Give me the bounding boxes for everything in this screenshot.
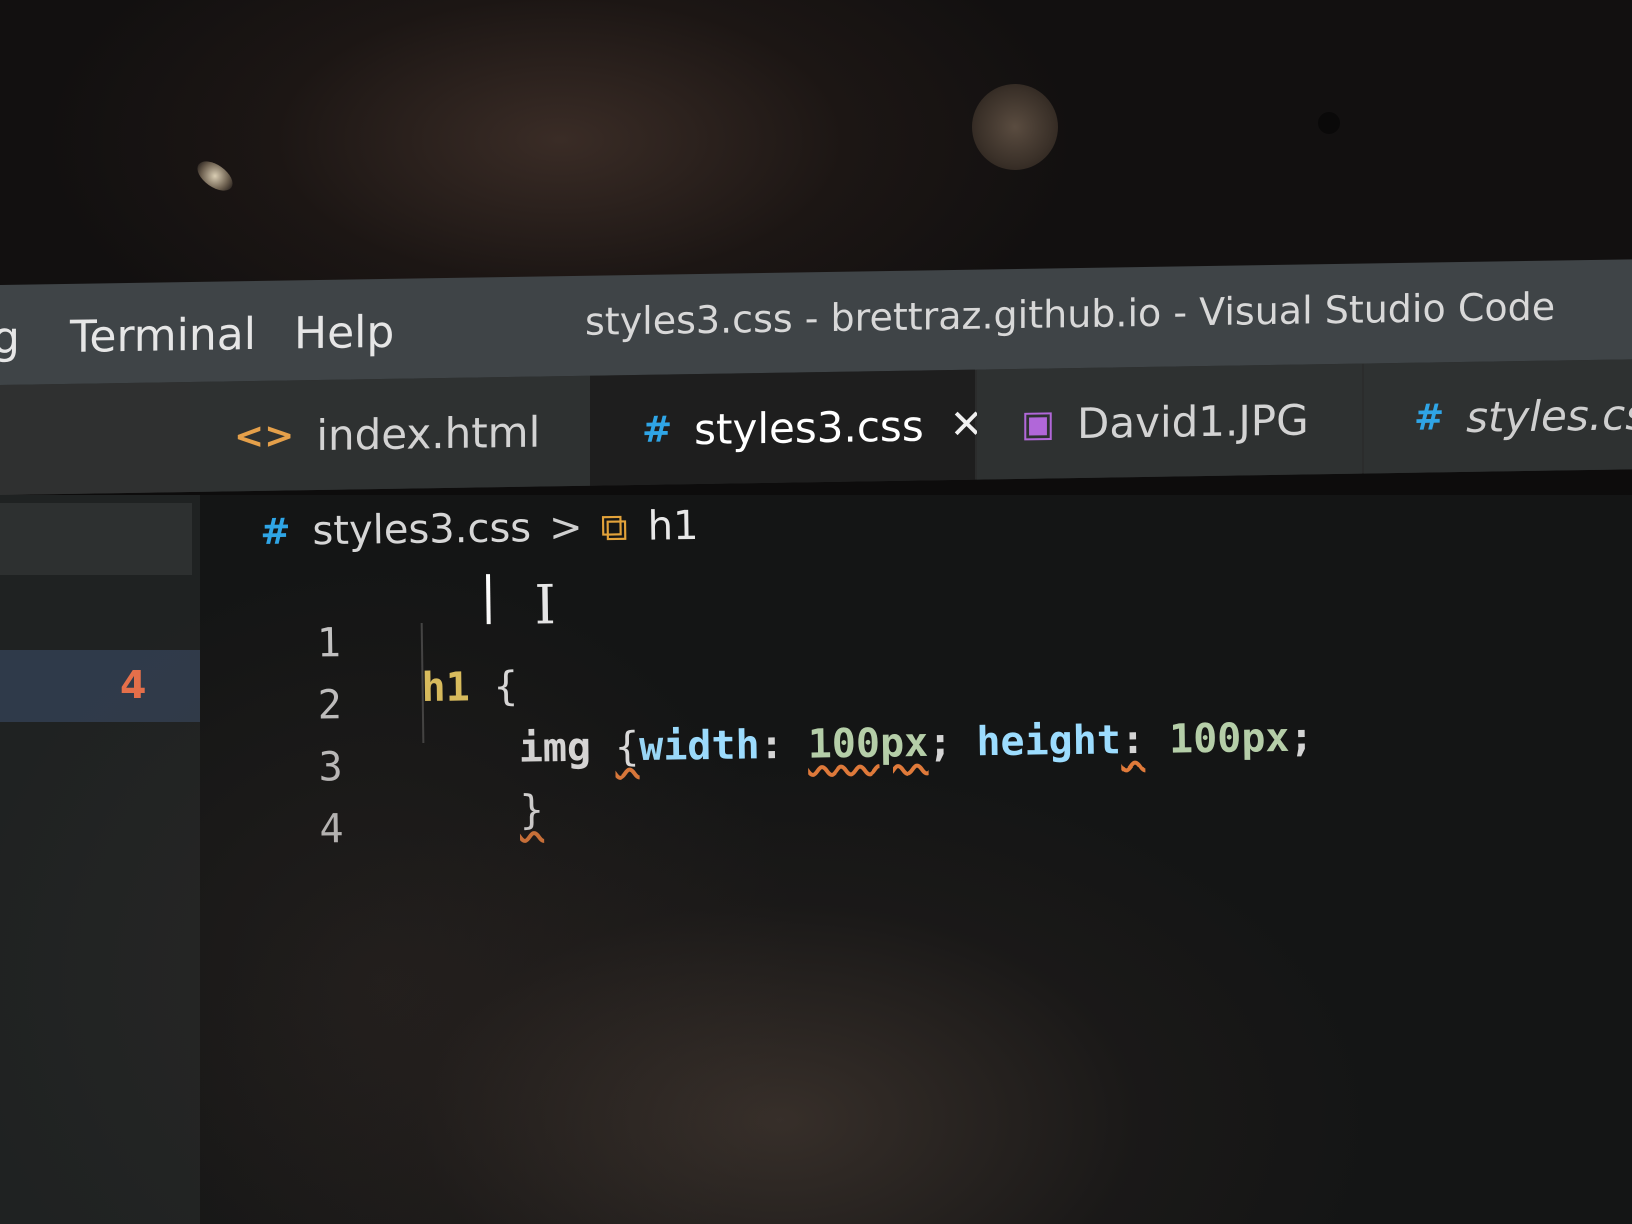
breadcrumb-symbol[interactable]: h1	[647, 503, 698, 550]
css-selector: h1	[421, 664, 471, 712]
menu-item-terminal[interactable]: Terminal	[70, 309, 256, 363]
problem-count-badge: 4	[120, 663, 147, 707]
css-file-icon: #	[642, 408, 673, 451]
semicolon: ;	[1289, 714, 1314, 761]
code-editor[interactable]: # styles3.css > ⧉ h1 1 h1 { I 2 img {wid…	[200, 495, 1632, 1224]
css-file-icon: #	[260, 511, 291, 553]
menu-item-help[interactable]: Help	[294, 307, 394, 360]
sidebar-item-selected[interactable]	[0, 650, 200, 722]
css-file-icon: #	[1414, 396, 1445, 439]
code-area[interactable]: 1 h1 { I 2 img {width: 100px; height: 10…	[280, 573, 1314, 852]
menu-item-debug[interactable]: g	[0, 313, 20, 364]
tab-david1-jpg[interactable]: ▣ David1.JPG	[977, 363, 1362, 480]
css-property: height	[976, 717, 1122, 766]
chevron-right-icon: >	[548, 504, 583, 551]
tab-index-html[interactable]: <> index.html	[190, 375, 590, 493]
tab-label: index.html	[316, 407, 541, 460]
semicolon: ;	[927, 719, 953, 766]
code-line[interactable]: 1 h1 { I	[280, 573, 557, 711]
css-property: width	[638, 722, 760, 770]
tab-label: styles.css	[1466, 389, 1632, 442]
breadcrumb-file[interactable]: styles3.css	[312, 505, 531, 554]
css-selector: img	[518, 724, 592, 772]
css-value: 100px	[1168, 714, 1290, 763]
tab-styles-css[interactable]: # styles.css	[1364, 359, 1632, 474]
css-value: 100px	[807, 719, 929, 768]
open-brace: {	[493, 663, 519, 711]
image-file-icon: ▣	[1021, 402, 1056, 445]
line-number: 4	[319, 806, 344, 853]
code-line[interactable]: 4	[283, 759, 428, 852]
window-title: styles3.css - brettraz.github.io - Visua…	[585, 284, 1556, 344]
code-line[interactable]: 3 }	[282, 697, 544, 834]
explorer-sidebar: 4	[0, 495, 200, 1224]
symbol-class-icon: ⧉	[600, 504, 629, 549]
open-brace: {	[614, 724, 640, 771]
close-brace: }	[519, 787, 545, 834]
tab-styles3-css[interactable]: # styles3.css ✕	[590, 369, 983, 486]
sidebar-header	[0, 382, 190, 495]
html-file-icon: <>	[234, 414, 295, 457]
sidebar-item[interactable]	[0, 503, 192, 575]
tab-label: styles3.css	[694, 400, 924, 454]
tab-label: David1.JPG	[1077, 394, 1309, 448]
colon: :	[759, 721, 785, 769]
text-cursor	[486, 574, 491, 625]
screen-bezel	[0, 0, 1632, 285]
bezel-reflection	[192, 155, 238, 197]
code-line[interactable]: 2 img {width: 100px; height: 100px;	[281, 635, 1313, 772]
breadcrumb: # styles3.css > ⧉ h1	[260, 503, 699, 555]
webcam-lens	[1318, 112, 1340, 134]
colon: :	[1120, 716, 1146, 764]
ibeam-cursor-icon: I	[534, 573, 557, 637]
camera-reflection	[972, 84, 1058, 170]
